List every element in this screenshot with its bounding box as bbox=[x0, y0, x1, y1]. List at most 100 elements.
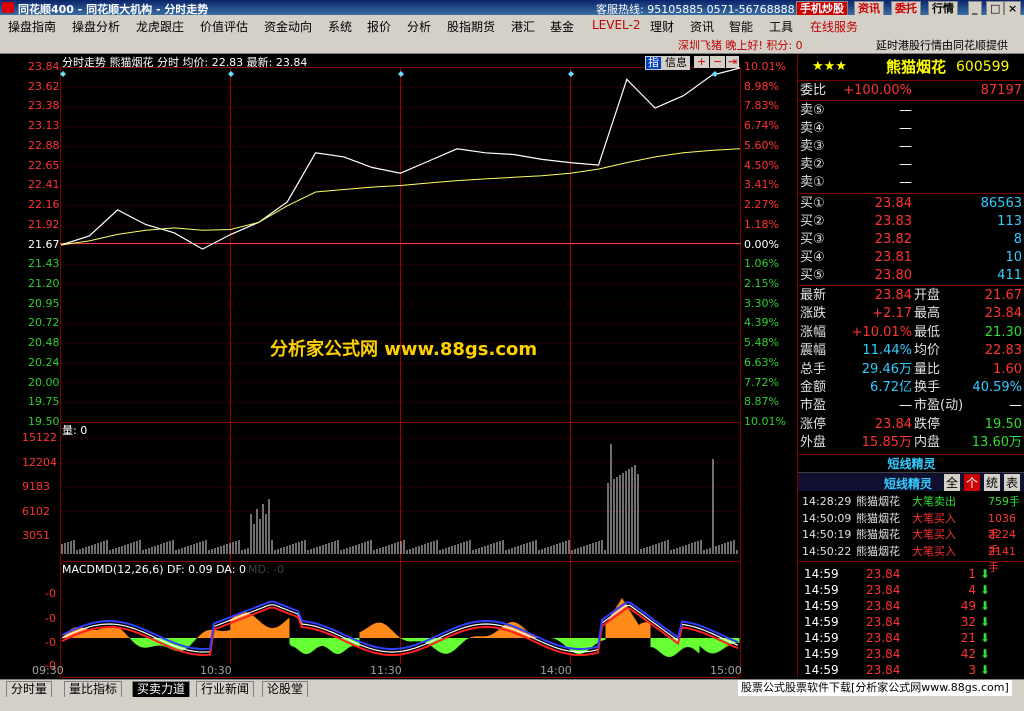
bid-row[interactable]: 买⑤ 23.80 411 bbox=[800, 267, 1024, 285]
tick-row: 14:59 23.84 32 ⬇ bbox=[804, 615, 991, 629]
rating-stars-icon: ★★★ bbox=[812, 59, 847, 74]
zoom-out-icon[interactable]: − bbox=[710, 56, 726, 68]
menu-item[interactable]: 价值评估 bbox=[200, 18, 248, 35]
volume-axis-label: 6102 bbox=[22, 504, 50, 518]
menu-item-level2[interactable]: LEVEL-2 bbox=[592, 18, 641, 32]
bid-row[interactable]: 买④ 23.81 10 bbox=[800, 249, 1024, 267]
info-button[interactable]: 信息 bbox=[662, 56, 690, 70]
event-marker-icon[interactable] bbox=[228, 71, 234, 77]
filter-all-button[interactable]: 全 bbox=[944, 474, 961, 491]
quote-button[interactable]: 行情 bbox=[928, 1, 958, 16]
event-marker-icon[interactable] bbox=[568, 71, 574, 77]
ask-row[interactable]: 卖⑤ — bbox=[800, 102, 1024, 120]
ask-row[interactable]: 卖② — bbox=[800, 156, 1024, 174]
menu-item[interactable]: 资金动向 bbox=[264, 18, 312, 35]
macd-axis-label: -0 bbox=[45, 587, 56, 600]
down-arrow-icon: ⬇ bbox=[980, 631, 991, 645]
down-arrow-icon: ⬇ bbox=[980, 583, 991, 597]
percent-axis-label: 2.27% bbox=[744, 198, 779, 212]
time-label: 09:30 bbox=[32, 664, 64, 677]
menu-item[interactable]: 股指期货 bbox=[447, 18, 495, 35]
menu-item[interactable]: 龙虎跟庄 bbox=[136, 18, 184, 35]
price-axis-label: 20.00 bbox=[28, 375, 60, 389]
news-button[interactable]: 资讯 bbox=[854, 1, 884, 16]
price-axis-label: 23.84 bbox=[28, 60, 60, 73]
down-arrow-icon: ⬇ bbox=[980, 615, 991, 629]
expand-icon[interactable]: ⇥ bbox=[726, 56, 740, 68]
menu-item[interactable]: 系统 bbox=[328, 18, 352, 35]
quote-row: 总手 29.46万 量比 1.60 bbox=[800, 361, 1022, 377]
jingling-row[interactable]: 14:50:09 熊猫烟花 大笔买入 1036手 bbox=[802, 511, 1024, 541]
tab-buy-sell-power[interactable]: 买卖力道 bbox=[132, 681, 191, 698]
menu-item[interactable]: 资讯 bbox=[690, 18, 714, 35]
menu-item[interactable]: 操盘分析 bbox=[72, 18, 120, 35]
percent-axis-label: 8.98% bbox=[744, 79, 779, 93]
volume-axis-label: 15122 bbox=[22, 431, 57, 444]
percent-axis-label: 6.74% bbox=[744, 119, 779, 133]
percent-axis-label: 10.01% bbox=[744, 60, 786, 73]
tab-volume[interactable]: 分时量 bbox=[6, 681, 53, 698]
stock-name: 熊猫烟花 bbox=[886, 58, 947, 76]
tab-volume-ratio[interactable]: 量比指标 bbox=[64, 681, 123, 698]
greeting-text: 深圳飞猪 晚上好! 积分: 0 bbox=[678, 39, 803, 52]
jingling-row[interactable]: 14:28:29 熊猫烟花 大笔卖出 759手 bbox=[802, 494, 1024, 510]
menu-item[interactable]: 操盘指南 bbox=[8, 18, 56, 35]
ask-row[interactable]: 卖① — bbox=[800, 174, 1024, 192]
percent-axis-label: 7.83% bbox=[744, 99, 779, 113]
menu-item[interactable]: 智能 bbox=[729, 18, 753, 35]
filter-stat-button[interactable]: 统 bbox=[984, 474, 1001, 491]
event-marker-icon[interactable] bbox=[398, 71, 404, 77]
bid-row[interactable]: 买② 23.83 113 bbox=[800, 213, 1024, 231]
time-label: 11:30 bbox=[370, 664, 402, 677]
ask-row[interactable]: 卖④ — bbox=[800, 120, 1024, 138]
status-banner[interactable]: 股票公式股票软件下载[分析家公式网www.88gs.com] bbox=[738, 680, 1012, 696]
price-axis-label: 22.88 bbox=[28, 138, 60, 152]
trade-button[interactable]: 委托 bbox=[891, 1, 921, 16]
tab-industry-news[interactable]: 行业新闻 bbox=[196, 681, 255, 698]
filter-table-button[interactable]: 表 bbox=[1004, 474, 1021, 491]
price-axis-label: 22.65 bbox=[28, 158, 60, 172]
quote-row: 震幅 11.44% 均价 22.83 bbox=[800, 343, 1022, 359]
ask-row[interactable]: 卖③ — bbox=[800, 138, 1024, 156]
percent-axis-label: 6.63% bbox=[744, 355, 779, 369]
menu-item[interactable]: 报价 bbox=[367, 18, 391, 35]
watermark-text: 分析家公式网 www.88gs.com bbox=[270, 339, 538, 360]
title-bar: 同花顺400 - 同花顺大机构 - 分时走势 客服热线: 95105885 05… bbox=[0, 0, 1024, 16]
menu-bar: 操盘指南 操盘分析 龙虎跟庄 价值评估 资金动向 系统 报价 分析 股指期货 港… bbox=[0, 15, 1024, 37]
jingling-toolbar: 短线精灵 全 个 统 表 bbox=[798, 472, 1024, 491]
quote-row: 涨幅 +10.01% 最低 21.30 bbox=[800, 324, 1022, 340]
menu-item[interactable]: 分析 bbox=[407, 18, 431, 35]
menu-item[interactable]: 基金 bbox=[550, 18, 574, 35]
price-axis-label: 21.20 bbox=[28, 276, 60, 290]
bid-row[interactable]: 买③ 23.82 8 bbox=[800, 231, 1024, 249]
indicator-icon[interactable]: 指 bbox=[645, 56, 662, 70]
minimize-icon[interactable]: _ bbox=[968, 1, 982, 16]
volume-axis-label: 9183 bbox=[22, 480, 50, 493]
price-axis-label: 22.16 bbox=[28, 198, 60, 212]
intraday-chart-area[interactable]: 分时走势 熊猫烟花 分时 均价: 22.83 最新: 23.84 指 信息 + … bbox=[0, 54, 796, 678]
zoom-in-icon[interactable]: + bbox=[694, 56, 710, 68]
quote-row: 涨跌 +2.17 最高 23.84 bbox=[800, 306, 1022, 322]
menu-item-online[interactable]: 在线服务 bbox=[810, 18, 858, 35]
volume-label: 量: 0 bbox=[62, 424, 88, 437]
tick-row: 14:59 23.84 1 ⬇ bbox=[804, 567, 991, 581]
time-label: 15:00 bbox=[710, 664, 742, 677]
menu-item[interactable]: 工具 bbox=[769, 18, 793, 35]
jingling-row[interactable]: 14:50:19 熊猫烟花 大笔买入 2224手 bbox=[802, 527, 1024, 557]
bid-row[interactable]: 买① 23.84 86563 bbox=[800, 195, 1024, 213]
mobile-trade-button[interactable]: 手机炒股 bbox=[796, 1, 848, 16]
event-marker-icon[interactable] bbox=[712, 71, 718, 77]
close-icon[interactable]: × bbox=[1004, 1, 1022, 16]
jingling-row[interactable]: 14:50:22 熊猫烟花 大笔买入 2141手 bbox=[802, 544, 1024, 574]
menu-item[interactable]: 理财 bbox=[650, 18, 674, 35]
maximize-icon[interactable]: □ bbox=[986, 1, 1005, 16]
price-axis-label: 23.62 bbox=[28, 79, 60, 93]
stock-code: 600599 bbox=[956, 59, 1010, 75]
tab-forum[interactable]: 论股堂 bbox=[262, 681, 309, 698]
menu-item[interactable]: 港汇 bbox=[511, 18, 535, 35]
filter-stock-button[interactable]: 个 bbox=[964, 474, 981, 491]
percent-axis-label: 4.50% bbox=[744, 158, 779, 172]
tick-row: 14:59 23.84 49 ⬇ bbox=[804, 599, 991, 613]
percent-axis-label: 8.87% bbox=[744, 395, 779, 409]
quote-row: 最新 23.84 开盘 21.67 bbox=[800, 288, 1022, 303]
